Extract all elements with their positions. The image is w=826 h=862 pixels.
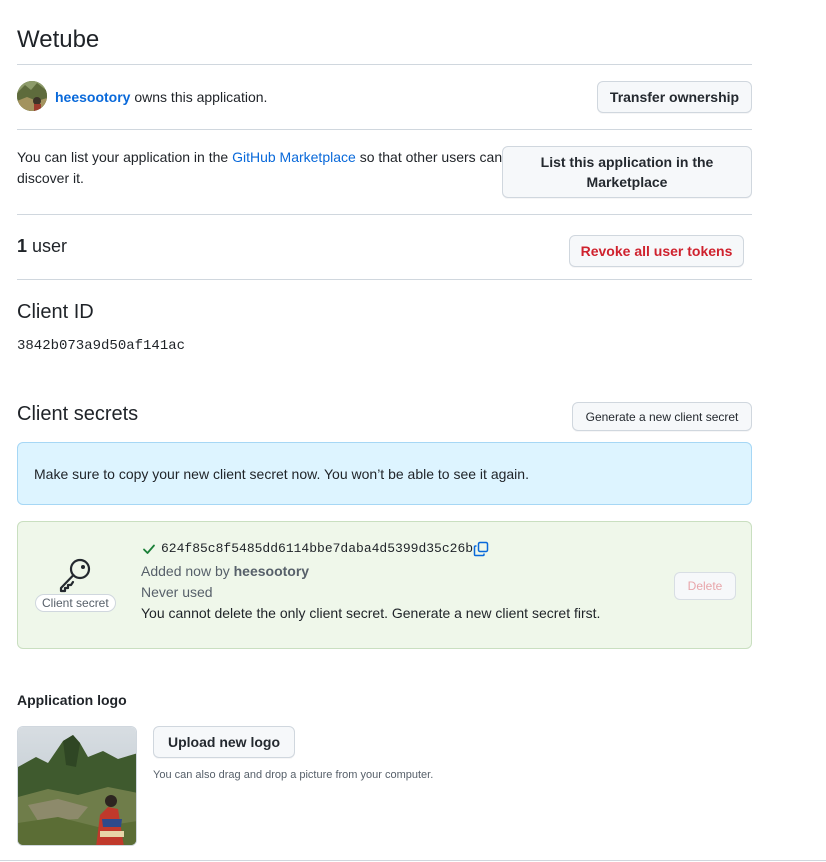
user-count: 1 user bbox=[17, 236, 67, 257]
upload-new-logo-button[interactable]: Upload new logo bbox=[153, 726, 295, 758]
client-secret-value: 624f85c8f5485dd6114bbe7daba4d5399d35c26b bbox=[161, 541, 474, 556]
transfer-ownership-button[interactable]: Transfer ownership bbox=[597, 81, 752, 113]
generate-client-secret-button[interactable]: Generate a new client secret bbox=[572, 402, 752, 431]
bottom-divider bbox=[0, 860, 826, 861]
client-secrets-heading: Client secrets bbox=[17, 403, 139, 425]
client-secret-card: Client secret 624f85c8f5485dd6114bbe7dab… bbox=[17, 521, 752, 649]
owner-text: heesootory owns this application. bbox=[55, 87, 267, 108]
revoke-all-tokens-button[interactable]: Revoke all user tokens bbox=[569, 235, 744, 267]
marketplace-text-before: You can list your application in the bbox=[17, 149, 229, 165]
flash-text: Make sure to copy your new client secret… bbox=[34, 466, 529, 482]
divider bbox=[17, 129, 752, 130]
logo-upload-hint: You can also drag and drop a picture fro… bbox=[153, 769, 434, 781]
application-logo-heading: Application logo bbox=[17, 692, 127, 708]
flash-notice: Make sure to copy your new client secret… bbox=[17, 442, 752, 505]
check-icon bbox=[142, 542, 156, 556]
owner-username-link[interactable]: heesootory bbox=[55, 89, 130, 105]
user-count-number: 1 bbox=[17, 236, 28, 256]
added-prefix: Added now by bbox=[141, 563, 230, 579]
client-id-value: 3842b073a9d50af141ac bbox=[17, 338, 186, 354]
copy-icon[interactable] bbox=[473, 541, 489, 557]
marketplace-link[interactable]: GitHub Marketplace bbox=[232, 149, 356, 165]
client-id-heading: Client ID bbox=[17, 301, 94, 323]
page-title: Wetube bbox=[17, 26, 100, 53]
user-count-label: user bbox=[32, 236, 68, 256]
list-in-marketplace-button[interactable]: List this application in the Marketplace bbox=[502, 146, 752, 198]
avatar[interactable] bbox=[17, 81, 47, 111]
owner-suffix: owns this application. bbox=[134, 89, 268, 105]
delete-secret-button[interactable]: Delete bbox=[674, 572, 736, 600]
client-secret-badge: Client secret bbox=[35, 594, 116, 612]
secret-added-by: Added now by heesootory bbox=[141, 561, 309, 582]
key-icon bbox=[56, 557, 96, 593]
application-logo-image bbox=[17, 726, 137, 846]
divider bbox=[17, 214, 752, 215]
secret-delete-note: You cannot delete the only client secret… bbox=[141, 605, 601, 621]
secret-usage: Never used bbox=[141, 584, 213, 600]
divider bbox=[17, 64, 752, 65]
added-by-user: heesootory bbox=[233, 563, 310, 579]
divider bbox=[17, 279, 752, 280]
marketplace-text: You can list your application in the Git… bbox=[17, 147, 507, 189]
